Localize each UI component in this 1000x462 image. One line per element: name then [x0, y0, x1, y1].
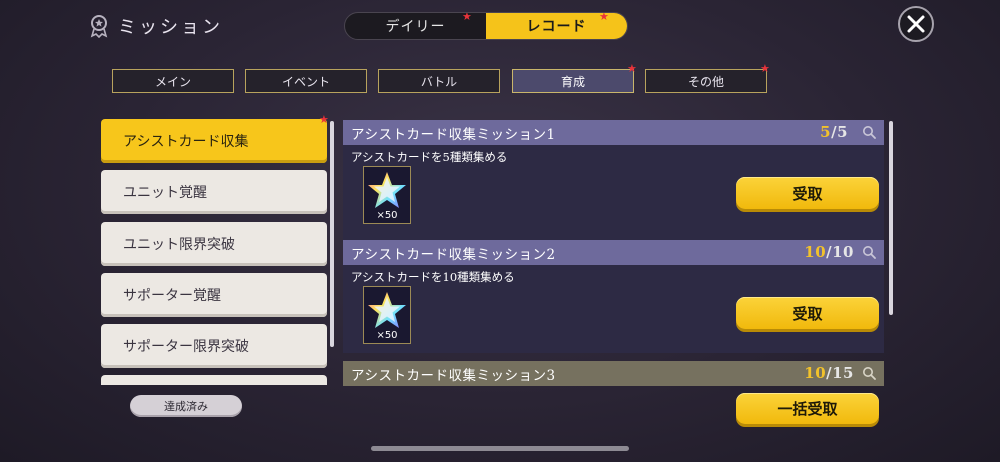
notify-star-icon: ★	[627, 62, 637, 75]
category-assist-card-collection[interactable]: アシストカード収集 ★	[101, 114, 329, 163]
category-unit-limit-break[interactable]: ユニット限界突破	[101, 222, 327, 266]
progress-current: 10	[804, 243, 827, 261]
mission-title: アシストカード収集ミッション3	[351, 367, 556, 384]
mission-header: アシストカード収集ミッション2 10/10	[343, 240, 884, 265]
category-supporter-limit-break[interactable]: サポーター限界突破	[101, 324, 327, 368]
mission-scrollbar[interactable]	[889, 121, 893, 315]
bulk-claim-label: 一括受取	[777, 400, 838, 418]
claim-button[interactable]: 受取	[736, 177, 879, 209]
notify-star-icon: ★	[462, 12, 473, 23]
tab-record[interactable]: レコード ★	[486, 13, 627, 39]
mission-header: アシストカード収集ミッション1 5/5	[343, 120, 884, 145]
close-icon	[907, 15, 925, 33]
progress-current: 5	[820, 123, 832, 141]
claim-button-label: 受取	[792, 304, 823, 323]
tab-training[interactable]: 育成 ★	[512, 63, 637, 93]
home-indicator[interactable]	[371, 446, 629, 451]
reward-quantity: ×50	[376, 330, 398, 341]
search-icon[interactable]	[862, 245, 876, 259]
mission-description: アシストカードを10種類集める	[351, 270, 515, 284]
category-label: ユニット覚醒	[123, 185, 207, 201]
mission-title: アシストカード収集ミッション2	[351, 246, 556, 263]
category-label: ユニット限界突破	[123, 237, 235, 253]
notify-star-icon: ★	[319, 113, 329, 126]
mission-body: アシストカードを10種類集める ×50 受取	[343, 265, 884, 353]
reward-quantity: ×50	[376, 210, 398, 221]
bulk-claim-button[interactable]: 一括受取	[736, 393, 879, 424]
tab-daily[interactable]: デイリー ★	[345, 13, 486, 39]
mission-type-toggle: デイリー ★ レコード ★	[344, 12, 628, 40]
star-card-icon	[368, 292, 406, 328]
mission-body: アシストカードを5種類集める ×50 受取	[343, 145, 884, 241]
category-label: サポーター限界突破	[123, 339, 249, 355]
mission-card: アシストカード収集ミッション3 10/15	[343, 361, 884, 386]
search-icon[interactable]	[862, 125, 876, 139]
completed-button[interactable]: 達成済み	[130, 395, 242, 417]
reward-item[interactable]: ×50	[363, 166, 411, 224]
page-title: ミッション	[118, 17, 223, 38]
page-header: ミッション	[88, 12, 223, 40]
claim-button[interactable]: 受取	[736, 297, 879, 329]
progress-total: 5	[837, 123, 848, 141]
mission-card: アシストカード収集ミッション1 5/5 アシストカードを5種類集める ×50 受…	[343, 120, 884, 241]
category-scrollbar[interactable]	[330, 121, 334, 347]
progress-total: 15	[832, 364, 854, 382]
notify-star-icon: ★	[599, 12, 610, 23]
mission-title: アシストカード収集ミッション1	[351, 126, 556, 143]
notify-star-icon: ★	[760, 62, 770, 75]
progress-total: 10	[832, 243, 854, 261]
tab-other[interactable]: その他 ★	[645, 63, 770, 93]
tab-main-label: メイン	[154, 74, 191, 89]
category-next-partial[interactable]	[101, 375, 327, 385]
claim-button-label: 受取	[792, 184, 823, 203]
mission-header: アシストカード収集ミッション3 10/15	[343, 361, 884, 386]
mission-progress: 5/5	[820, 123, 848, 141]
mission-progress: 10/15	[804, 364, 854, 382]
tab-daily-label: デイリー	[385, 19, 446, 35]
medal-icon	[90, 15, 108, 38]
mission-card: アシストカード収集ミッション2 10/10 アシストカードを10種類集める ×5…	[343, 240, 884, 353]
tab-battle-label: バトル	[420, 74, 458, 89]
category-supporter-awakening[interactable]: サポーター覚醒	[101, 273, 327, 317]
tab-battle[interactable]: バトル	[378, 69, 500, 93]
tab-training-label: 育成	[560, 74, 585, 89]
mission-progress: 10/10	[804, 243, 854, 261]
star-card-icon	[368, 172, 406, 208]
category-unit-awakening[interactable]: ユニット覚醒	[101, 170, 327, 214]
close-button[interactable]	[898, 6, 934, 42]
completed-button-label: 達成済み	[164, 400, 208, 413]
progress-current: 10	[804, 364, 827, 382]
tab-other-label: その他	[687, 74, 724, 89]
tab-event-label: イベント	[281, 74, 330, 89]
search-icon[interactable]	[862, 366, 876, 380]
tab-record-label: レコード	[526, 19, 587, 35]
tab-main[interactable]: メイン	[112, 69, 234, 93]
reward-item[interactable]: ×50	[363, 286, 411, 344]
mission-description: アシストカードを5種類集める	[351, 150, 508, 164]
category-label: サポーター覚醒	[123, 288, 221, 304]
category-label: アシストカード収集	[123, 134, 249, 150]
tab-event[interactable]: イベント	[245, 69, 367, 93]
